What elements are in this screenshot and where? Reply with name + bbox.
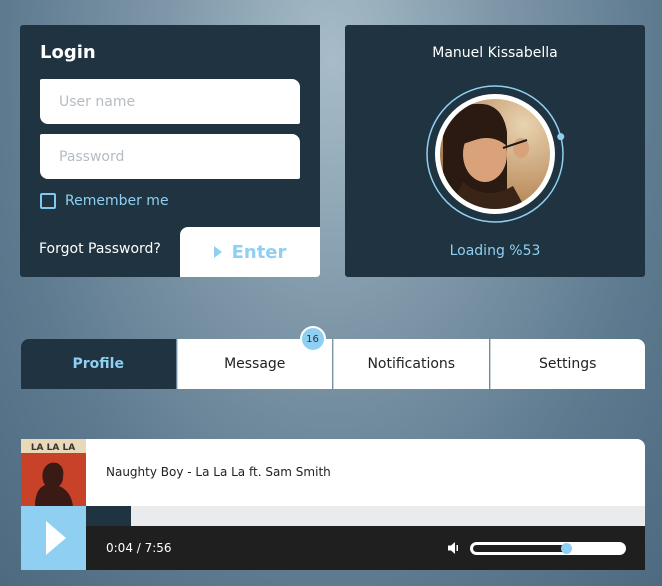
tab-label: Message	[224, 356, 286, 372]
remember-me-row[interactable]: Remember me	[40, 193, 169, 209]
tab-bar: Profile Message 16 Notifications Setting…	[21, 326, 645, 389]
tab-message[interactable]: Message 16	[176, 326, 332, 389]
tab-label: Notifications	[367, 356, 456, 372]
player-control-bar: 0:04 / 7:56	[86, 526, 645, 570]
play-icon	[45, 521, 66, 555]
playback-progress-fill	[86, 506, 131, 526]
track-title: Naughty Boy - La La La ft. Sam Smith	[106, 465, 331, 479]
playback-progress-bar[interactable]	[86, 506, 645, 526]
play-button[interactable]	[21, 506, 86, 570]
loading-text: Loading %53	[449, 243, 541, 259]
speaker-icon[interactable]	[447, 541, 461, 555]
album-art: LA LA LA	[21, 439, 86, 506]
tab-label: Settings	[539, 356, 597, 372]
tab-notifications[interactable]: Notifications	[333, 339, 489, 389]
message-count-badge: 16	[299, 326, 326, 352]
tab-settings[interactable]: Settings	[489, 339, 645, 389]
time-display: 0:04 / 7:56	[106, 541, 172, 555]
remember-me-label: Remember me	[65, 193, 169, 209]
music-player: LA LA LA Naughty Boy - La La La ft. Sam …	[21, 439, 645, 570]
profile-loading-panel: Manuel Kissabella Loading %53	[345, 25, 645, 277]
enter-button[interactable]: Enter	[180, 227, 320, 277]
forgot-password-link[interactable]: Forgot Password?	[39, 241, 161, 257]
volume-handle[interactable]	[561, 543, 572, 554]
username-input[interactable]	[40, 79, 300, 124]
album-art-title: LA LA LA	[31, 443, 75, 453]
avatar	[423, 82, 567, 226]
password-input[interactable]	[40, 134, 300, 179]
login-title: Login	[40, 42, 96, 63]
volume-slider[interactable]	[470, 542, 626, 555]
tab-profile[interactable]: Profile	[21, 339, 176, 389]
chevron-right-icon	[213, 246, 222, 258]
track-info-bar: Naughty Boy - La La La ft. Sam Smith	[86, 439, 645, 506]
avatar-photo	[426, 85, 565, 223]
tab-label: Profile	[72, 356, 124, 372]
remember-me-checkbox[interactable]	[40, 193, 56, 209]
login-panel: Login Remember me Forgot Password? Enter	[20, 25, 320, 277]
enter-button-label: Enter	[231, 241, 287, 263]
volume-fill	[473, 545, 566, 552]
loading-dot	[557, 133, 565, 141]
profile-name: Manuel Kissabella	[432, 45, 558, 61]
